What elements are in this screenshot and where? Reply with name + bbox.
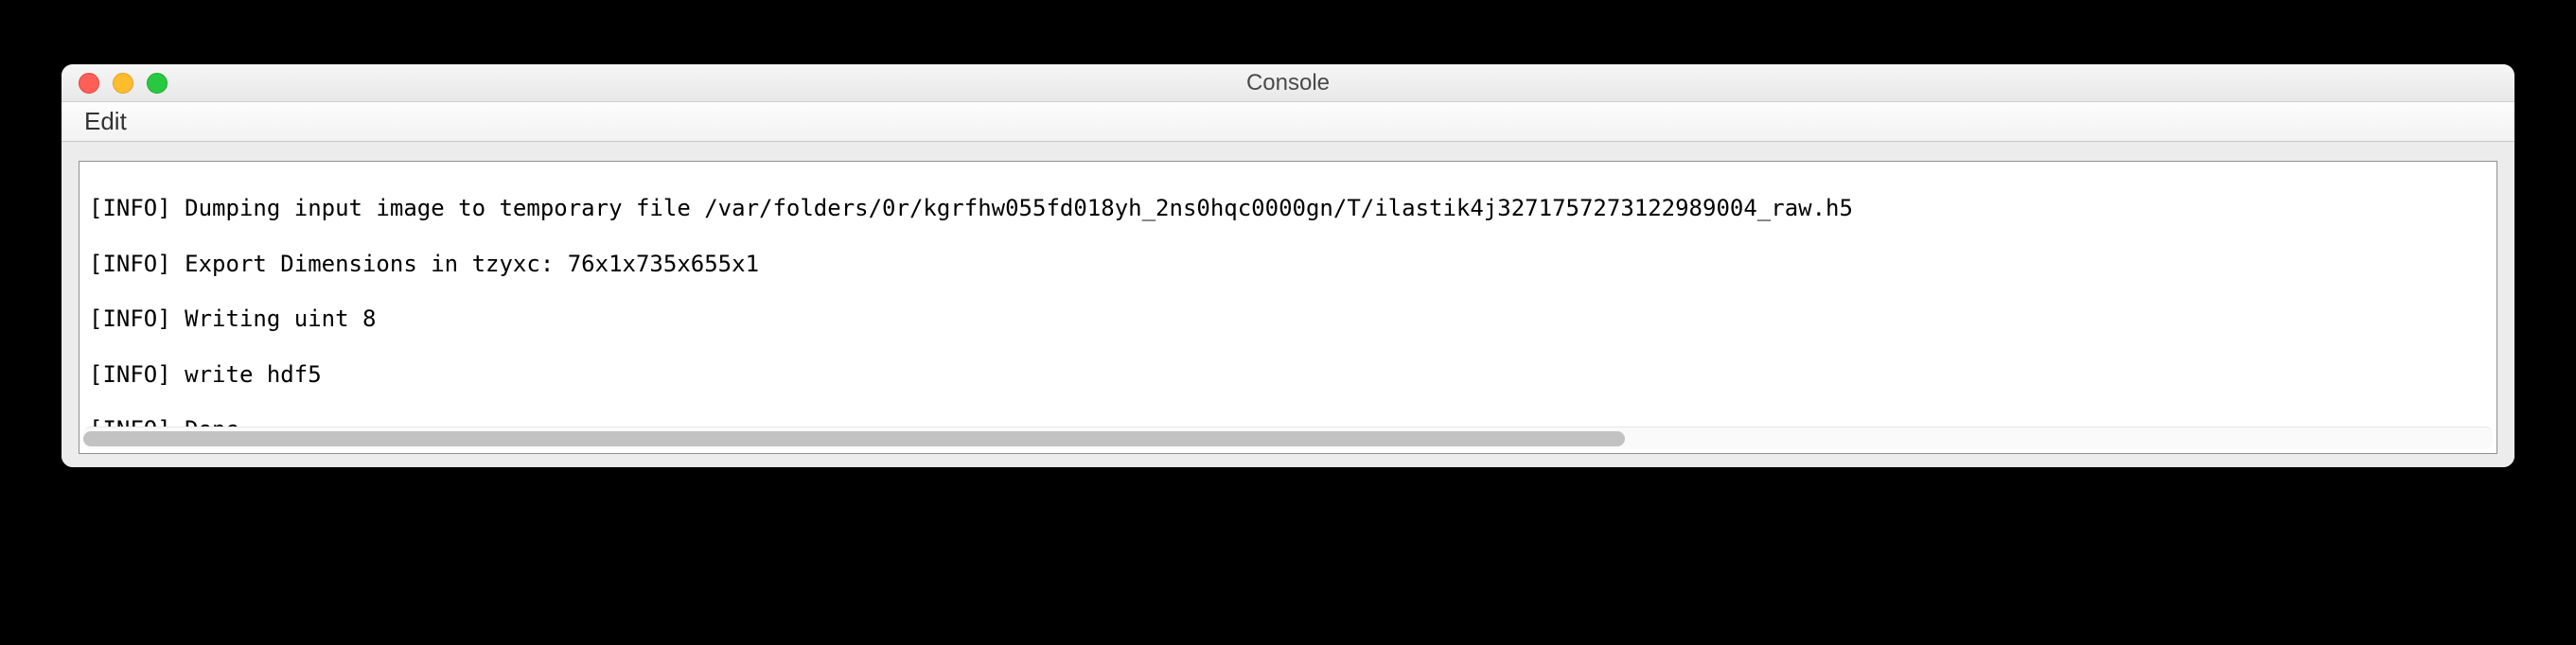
content-area: [INFO] Dumping input image to temporary …	[62, 142, 2514, 467]
log-line: [INFO] write hdf5	[89, 361, 2487, 389]
close-icon[interactable]	[79, 73, 99, 94]
console-window: Console Edit [INFO] Dumping input image …	[62, 64, 2514, 467]
console-output-text[interactable]: [INFO] Dumping input image to temporary …	[79, 162, 2497, 427]
console-output-box: [INFO] Dumping input image to temporary …	[79, 161, 2497, 454]
menu-edit[interactable]: Edit	[75, 103, 136, 140]
window-titlebar[interactable]: Console	[62, 64, 2514, 102]
log-line: [INFO] Dumping input image to temporary …	[89, 195, 2487, 222]
menu-bar: Edit	[62, 102, 2514, 142]
window-controls	[62, 73, 168, 94]
log-line: [INFO] Done	[89, 416, 2487, 427]
log-line: [INFO] Writing uint 8	[89, 305, 2487, 333]
zoom-icon[interactable]	[147, 73, 168, 94]
log-line: [INFO] Export Dimensions in tzyxc: 76x1x…	[89, 251, 2487, 278]
scrollbar-thumb[interactable]	[83, 431, 1625, 446]
window-title: Console	[62, 70, 2514, 96]
horizontal-scrollbar[interactable]	[83, 427, 2493, 449]
minimize-icon[interactable]	[113, 73, 133, 94]
